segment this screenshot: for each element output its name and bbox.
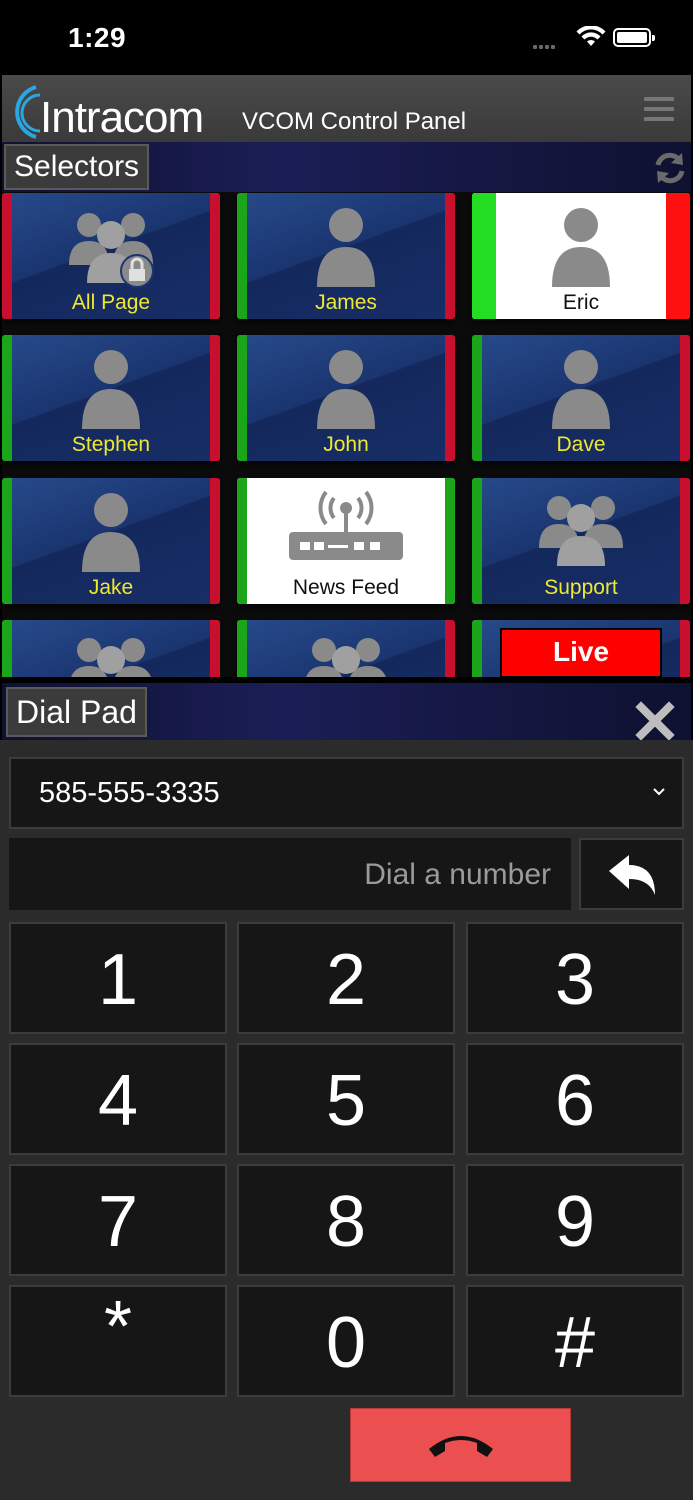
tile-left-status-bar [2, 620, 12, 677]
status-bar: 1:29 [0, 0, 693, 75]
selector-tile-news-feed[interactable]: News Feed [237, 478, 455, 604]
person-icon [552, 208, 610, 287]
group-icon [306, 638, 386, 677]
selector-tile-stephen[interactable]: Stephen [2, 335, 220, 461]
tile-label: All Page [71, 291, 151, 314]
group-lock-icon [69, 213, 154, 288]
hangup-button[interactable] [350, 1408, 571, 1482]
refresh-icon[interactable] [652, 150, 688, 186]
person-icon [82, 350, 140, 429]
hamburger-menu-icon[interactable] [644, 97, 674, 121]
tile-label: Jake [88, 576, 134, 599]
tile-left-status-bar [237, 620, 247, 677]
logo-text: Intracom [40, 93, 204, 142]
group-icon [71, 638, 151, 677]
selector-tile-dave[interactable]: Dave [472, 335, 690, 461]
chevron-down-icon [653, 788, 665, 796]
selectors-title: Selectors [4, 144, 150, 190]
selected-number: 585-555-3335 [39, 777, 220, 809]
tile-label: Stephen [71, 433, 151, 456]
key-8[interactable]: 8 [237, 1164, 455, 1276]
dialpad-panel: 585-555-3335 Dial a number 1 2 3 4 5 6 7… [0, 740, 693, 1500]
dialpad-header: Dial Pad [2, 683, 691, 741]
key-hash[interactable]: # [466, 1285, 684, 1397]
cellular-signal-icon [533, 36, 557, 54]
key-5[interactable]: 5 [237, 1043, 455, 1155]
key-9[interactable]: 9 [466, 1164, 684, 1276]
person-icon [82, 493, 140, 572]
wifi-icon [576, 26, 606, 46]
key-1[interactable]: 1 [9, 922, 227, 1034]
phone-hangup-icon [429, 1436, 493, 1457]
key-star[interactable]: * [9, 1285, 227, 1397]
app-title: VCOM Control Panel [242, 108, 467, 135]
tile-right-status-bar [445, 620, 455, 677]
selector-tile-group[interactable] [2, 620, 220, 677]
person-icon [317, 350, 375, 429]
reply-arrow-icon [609, 855, 655, 895]
key-3[interactable]: 3 [466, 922, 684, 1034]
key-2[interactable]: 2 [237, 922, 455, 1034]
tile-label: News Feed [292, 576, 400, 599]
key-7[interactable]: 7 [9, 1164, 227, 1276]
selector-tile-jake[interactable]: Jake [2, 478, 220, 604]
tile-label: Eric [562, 291, 600, 314]
person-icon [317, 208, 375, 287]
selector-tile-james[interactable]: James [237, 193, 455, 319]
tile-label: Dave [556, 433, 606, 456]
status-time: 1:29 [68, 22, 127, 53]
selectors-header: Selectors [2, 142, 691, 192]
backspace-button[interactable] [579, 838, 684, 910]
dial-number-input[interactable]: Dial a number [9, 838, 571, 910]
router-broadcast-icon [289, 490, 403, 560]
key-0[interactable]: 0 [237, 1285, 455, 1397]
tile-label: Support [544, 576, 618, 599]
tile-label: James [315, 291, 377, 314]
selector-tile-group[interactable] [237, 620, 455, 677]
app-header: Intracom VCOM Control Panel [2, 75, 691, 142]
selector-tile-support[interactable]: Support [472, 478, 690, 604]
number-select[interactable]: 585-555-3335 [9, 757, 684, 829]
tile-right-status-bar [680, 620, 690, 677]
selector-tile-all-page[interactable]: All Page [2, 193, 220, 319]
person-icon [552, 350, 610, 429]
live-badge[interactable]: Live [500, 628, 662, 677]
tile-left-status-bar [472, 620, 482, 677]
intracom-logo: Intracom [6, 81, 226, 142]
selector-grid: All Page James Eric Stephen John Dave Ja… [2, 192, 691, 677]
selector-tile-live[interactable]: Live [472, 620, 690, 677]
key-4[interactable]: 4 [9, 1043, 227, 1155]
battery-icon [613, 28, 655, 47]
selector-tile-eric[interactable]: Eric [472, 193, 690, 319]
close-icon[interactable] [635, 701, 675, 741]
selector-tile-john[interactable]: John [237, 335, 455, 461]
dialpad-title: Dial Pad [6, 687, 147, 737]
key-6[interactable]: 6 [466, 1043, 684, 1155]
tile-label: John [323, 433, 369, 456]
tile-right-status-bar [210, 620, 220, 677]
group-icon [539, 496, 623, 566]
